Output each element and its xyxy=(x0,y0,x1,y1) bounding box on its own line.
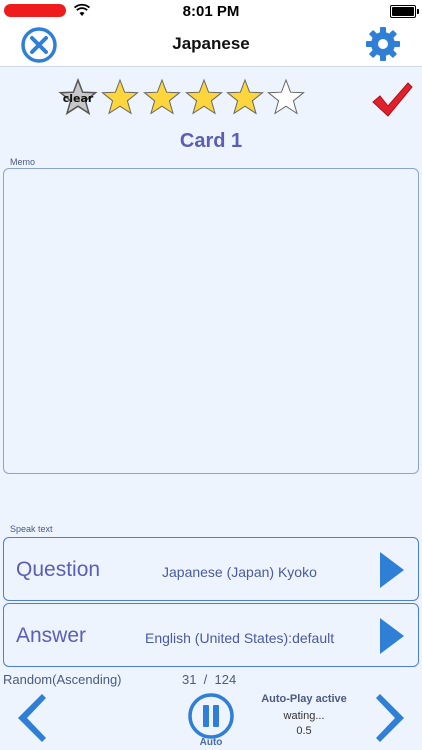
answer-voice: English (United States):default xyxy=(145,630,335,646)
battery-icon xyxy=(390,5,419,18)
play-answer-icon[interactable] xyxy=(378,616,406,656)
chevron-left-icon[interactable] xyxy=(14,692,48,744)
status-time: 8:01 PM xyxy=(182,3,240,20)
auto-label: Auto xyxy=(199,737,223,748)
status-bar: 8:01 PM xyxy=(0,0,422,22)
star-icon-1[interactable] xyxy=(100,78,140,118)
card-position: 31 / 124 xyxy=(182,672,237,687)
clear-rating-button[interactable]: clear xyxy=(58,77,98,118)
nav-bar: Japanese xyxy=(0,22,422,67)
speak-text-label: Speak text xyxy=(10,524,53,534)
question-speak-row[interactable]: Question Japanese (Japan) Kyoko xyxy=(3,537,419,601)
checkmark-icon[interactable] xyxy=(370,80,414,120)
autoplay-status: wating... xyxy=(283,710,325,722)
rating-row: clear xyxy=(0,74,422,122)
question-voice: Japanese (Japan) Kyoko xyxy=(162,564,317,580)
chevron-right-icon[interactable] xyxy=(374,692,408,744)
memo-label: Memo xyxy=(10,157,36,167)
play-question-icon[interactable] xyxy=(378,550,406,590)
clear-label: clear xyxy=(62,92,94,105)
star-icon-3[interactable] xyxy=(184,78,224,118)
page-title: Japanese xyxy=(172,34,250,53)
autoplay-title: Auto-Play active xyxy=(261,693,347,705)
pause-icon[interactable] xyxy=(187,692,235,740)
gear-icon[interactable] xyxy=(364,25,402,63)
question-label: Question xyxy=(16,558,101,581)
memo-textarea[interactable] xyxy=(3,168,419,474)
answer-speak-row[interactable]: Answer English (United States):default xyxy=(3,603,419,667)
star-icon-2[interactable] xyxy=(142,78,182,118)
star-icon-5[interactable] xyxy=(266,78,306,118)
answer-label: Answer xyxy=(16,624,87,647)
card-title: Card 1 xyxy=(179,130,243,152)
autoplay-interval: 0.5 xyxy=(296,725,312,737)
star-icon-4[interactable] xyxy=(225,78,265,118)
order-mode[interactable]: Random(Ascending) xyxy=(3,672,122,687)
